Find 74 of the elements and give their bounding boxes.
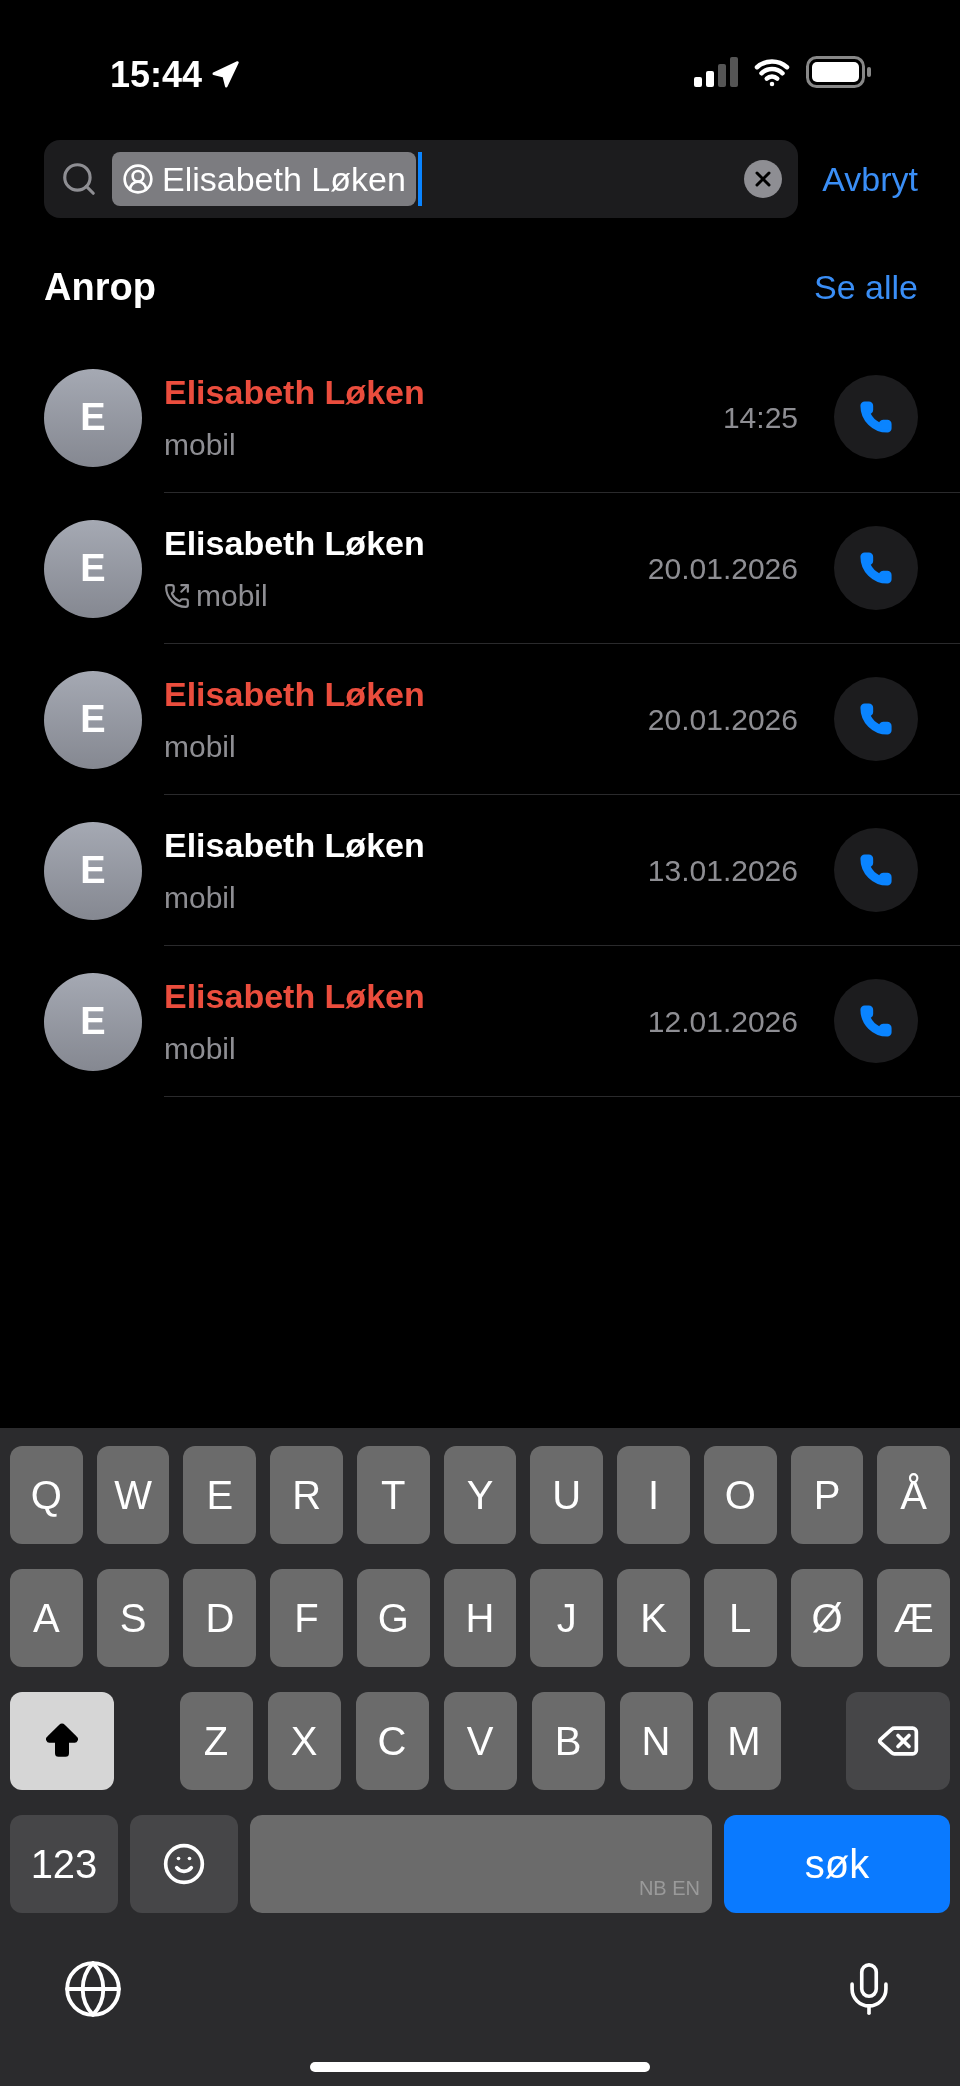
letter-key[interactable]: W — [96, 1446, 170, 1544]
call-type: mobil — [164, 1031, 236, 1067]
person-icon — [122, 163, 154, 195]
text-cursor — [417, 152, 422, 206]
letter-key[interactable]: K — [617, 1569, 690, 1667]
letter-key[interactable]: R — [270, 1446, 343, 1544]
letter-key[interactable]: T — [356, 1446, 430, 1544]
phone-icon — [859, 1004, 893, 1038]
avatar: E — [44, 519, 142, 618]
search-icon — [60, 160, 98, 198]
letter-key[interactable]: P — [790, 1446, 864, 1544]
letter-key[interactable]: S — [96, 1569, 170, 1667]
avatar: E — [44, 821, 142, 920]
call-type: mobil — [164, 427, 236, 463]
shift-key[interactable] — [10, 1692, 114, 1790]
contact-token[interactable]: Elisabeth Løken — [112, 152, 416, 206]
letter-key[interactable]: I — [617, 1446, 690, 1544]
search-field[interactable]: Elisabeth Løken — [44, 140, 799, 218]
emoji-key[interactable] — [130, 1815, 238, 1913]
battery-icon — [806, 56, 872, 88]
letter-key[interactable]: A — [10, 1569, 83, 1667]
numbers-key[interactable]: 123 — [10, 1815, 118, 1913]
caller-name: Elisabeth Løken — [164, 674, 426, 715]
phone-icon — [859, 551, 893, 585]
letter-key[interactable]: M — [707, 1692, 781, 1790]
letter-key[interactable]: F — [270, 1569, 343, 1667]
location-arrow-icon — [210, 60, 241, 90]
call-time: 12.01.2026 — [647, 1003, 798, 1040]
letter-key[interactable]: Å — [877, 1446, 951, 1544]
call-type: mobil — [164, 880, 236, 916]
letter-key[interactable]: U — [530, 1446, 604, 1544]
letter-key[interactable]: Z — [179, 1692, 253, 1790]
letter-key[interactable]: N — [619, 1692, 693, 1790]
letter-key[interactable]: B — [531, 1692, 605, 1790]
letter-key[interactable]: Y — [443, 1446, 517, 1544]
letter-key[interactable]: D — [183, 1569, 257, 1667]
letter-key[interactable]: V — [443, 1692, 517, 1790]
clock-time: 15:44 — [110, 53, 203, 97]
backspace-key[interactable] — [846, 1692, 950, 1790]
caller-name: Elisabeth Løken — [164, 976, 426, 1017]
avatar: E — [44, 368, 142, 467]
search-key[interactable]: søk — [724, 1815, 950, 1913]
call-type: mobil — [196, 578, 268, 614]
phone-icon — [859, 853, 893, 887]
call-time: 13.01.2026 — [647, 852, 798, 889]
caller-name: Elisabeth Løken — [164, 825, 426, 866]
call-time: 20.01.2026 — [647, 701, 798, 738]
clear-button[interactable] — [744, 160, 783, 198]
avatar: E — [44, 972, 142, 1071]
letter-key[interactable]: C — [355, 1692, 429, 1790]
letter-key[interactable]: Ø — [790, 1569, 864, 1667]
cancel-button[interactable]: Avbryt — [822, 153, 918, 205]
call-type: mobil — [164, 729, 236, 765]
see-all-link[interactable]: Se alle — [814, 261, 918, 313]
avatar: E — [44, 670, 142, 769]
letter-key[interactable]: Æ — [877, 1569, 951, 1667]
letter-key[interactable]: G — [356, 1569, 430, 1667]
globe-icon[interactable] — [62, 1958, 124, 2020]
phone-icon — [859, 400, 893, 434]
letter-key[interactable]: E — [183, 1446, 257, 1544]
letter-key[interactable]: O — [703, 1446, 777, 1544]
letter-key[interactable]: X — [267, 1692, 341, 1790]
letter-key[interactable]: Q — [10, 1446, 83, 1544]
call-time: 14:25 — [722, 399, 798, 436]
letter-key[interactable]: J — [530, 1569, 604, 1667]
smiley-icon — [162, 1842, 206, 1886]
signal-icon — [694, 57, 738, 87]
caller-name: Elisabeth Løken — [164, 372, 426, 413]
call-time: 20.01.2026 — [647, 550, 798, 587]
letter-key[interactable]: L — [703, 1569, 777, 1667]
letter-key[interactable]: H — [443, 1569, 517, 1667]
phone-icon — [859, 702, 893, 736]
caller-name: Elisabeth Løken — [164, 523, 426, 564]
section-title: Anrop — [44, 264, 156, 310]
